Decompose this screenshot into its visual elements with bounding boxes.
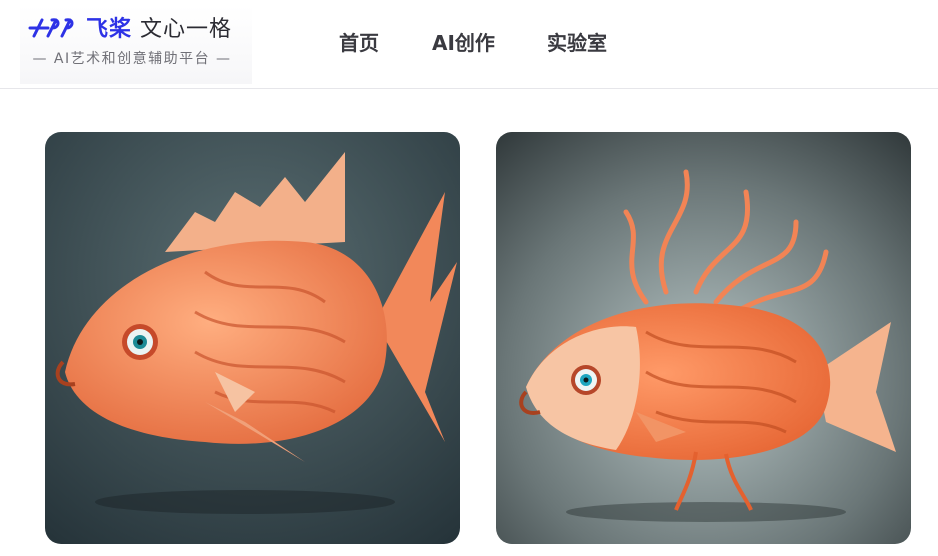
fish-artwork-2 [496, 132, 911, 544]
paddlepaddle-logo-icon [28, 18, 74, 38]
nav-item-lab[interactable]: 实验室 [547, 28, 607, 58]
gallery-image-1[interactable] [45, 132, 460, 544]
nav-item-ai-create[interactable]: AI创作 [432, 28, 495, 58]
top-header: 飞桨 文心一格 — AI艺术和创意辅助平台 — 首页 AI创作 实验室 [0, 0, 938, 89]
site-logo[interactable]: 飞桨 文心一格 — AI艺术和创意辅助平台 — [20, 6, 252, 84]
product-name: 文心一格 [140, 17, 233, 42]
nav-item-home[interactable]: 首页 [339, 28, 379, 58]
brand-name: 飞桨 [86, 17, 133, 42]
fish-artwork-1 [45, 132, 460, 544]
tagline: — AI艺术和创意辅助平台 — [32, 51, 232, 67]
gallery-image-2[interactable] [496, 132, 911, 544]
